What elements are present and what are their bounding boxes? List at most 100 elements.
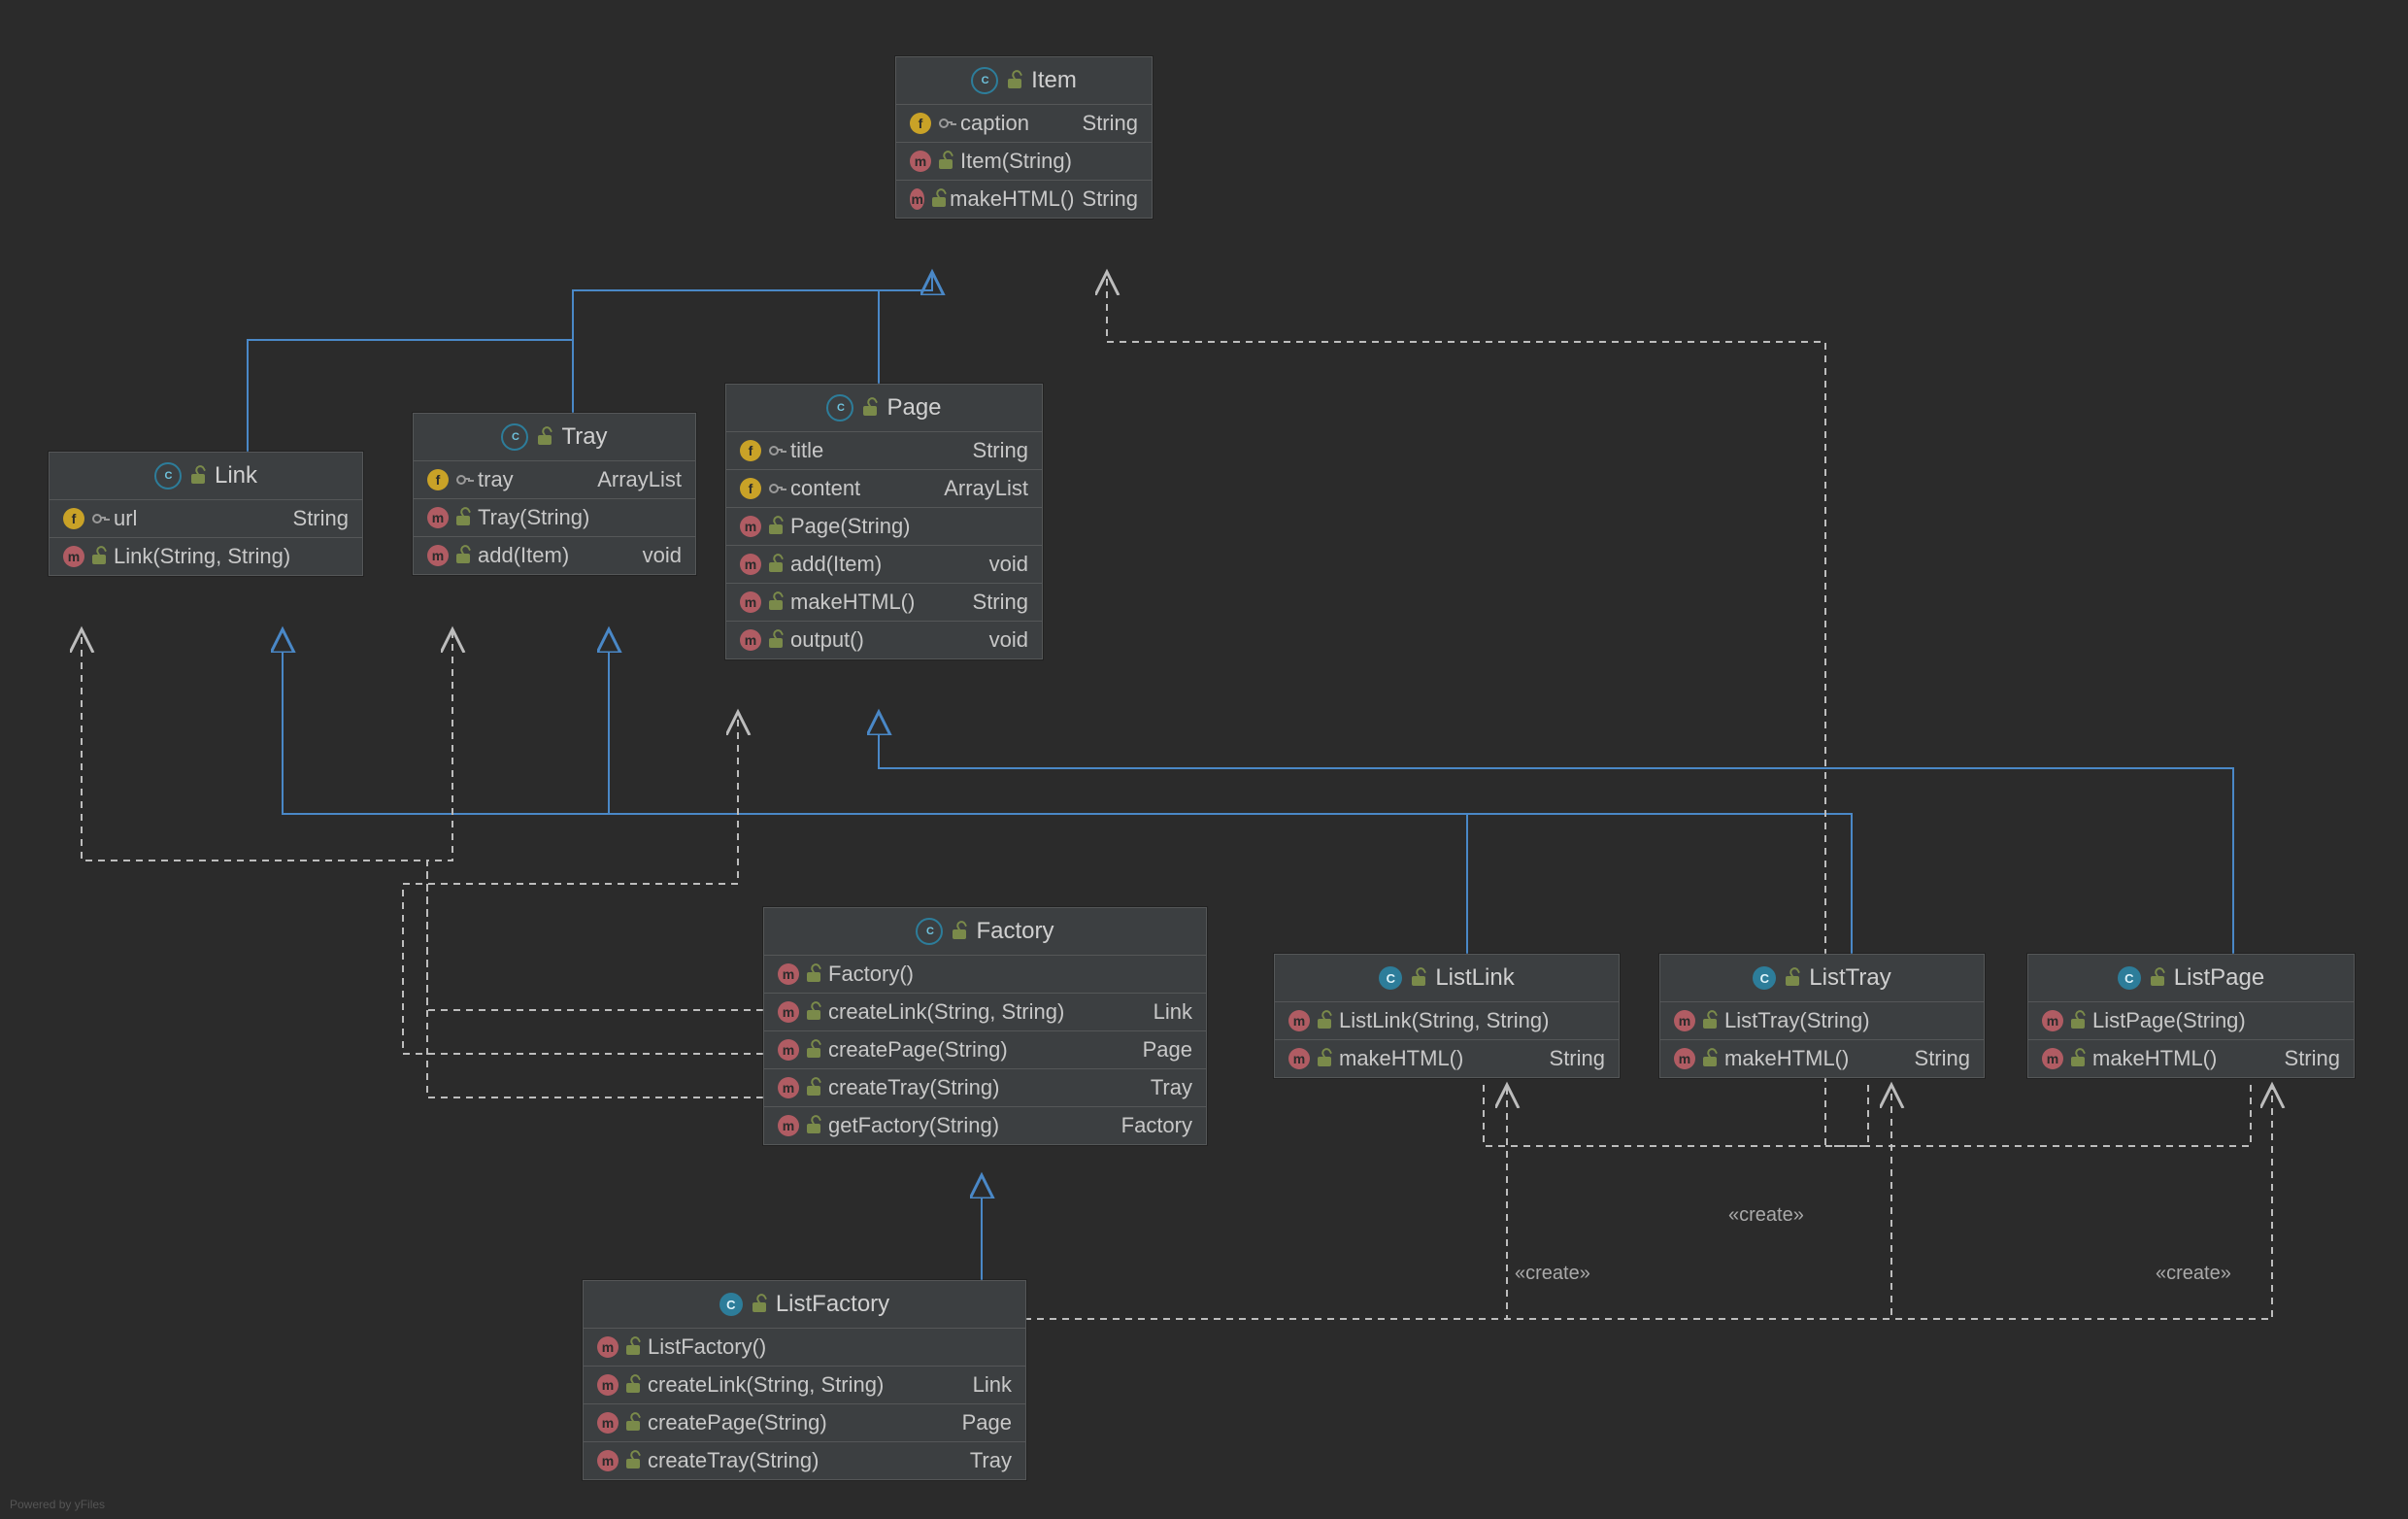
method-row[interactable]: m createPage(String) Page bbox=[764, 1031, 1206, 1069]
class-name: ListLink bbox=[1435, 964, 1514, 992]
abstract-class-icon: C bbox=[971, 67, 998, 94]
class-ListFactory[interactable]: C ListFactory m ListFactory() m createLi… bbox=[583, 1280, 1026, 1480]
lock-icon bbox=[1008, 73, 1021, 88]
method-row[interactable]: m Link(String, String) bbox=[50, 538, 362, 575]
method-icon: m bbox=[778, 1077, 799, 1098]
method-row[interactable]: m createTray(String) Tray bbox=[764, 1069, 1206, 1107]
class-ListLink[interactable]: C ListLink m ListLink(String, String) m … bbox=[1274, 954, 1620, 1078]
field-row[interactable]: f url String bbox=[50, 500, 362, 538]
class-ListPage[interactable]: C ListPage m ListPage(String) m makeHTML… bbox=[2027, 954, 2355, 1078]
lock-icon bbox=[2151, 970, 2164, 986]
method-icon: m bbox=[2042, 1010, 2063, 1031]
class-name: Tray bbox=[561, 423, 607, 451]
method-row[interactable]: m makeHTML() String bbox=[1275, 1040, 1619, 1077]
field-icon: f bbox=[427, 469, 449, 490]
method-row[interactable]: m Factory() bbox=[764, 956, 1206, 994]
field-icon: f bbox=[740, 478, 761, 499]
key-icon bbox=[769, 444, 783, 457]
method-icon: m bbox=[597, 1336, 619, 1358]
lock-icon bbox=[807, 966, 820, 982]
lock-icon bbox=[769, 632, 783, 648]
class-Tray[interactable]: C Tray f tray ArrayList m Tray(String) m… bbox=[413, 413, 696, 575]
class-name: Link bbox=[215, 462, 257, 489]
key-icon bbox=[456, 473, 470, 487]
class-Factory[interactable]: C Factory m Factory() m createLink(Strin… bbox=[763, 907, 1207, 1145]
method-row[interactable]: m createLink(String, String) Link bbox=[584, 1367, 1025, 1404]
method-row[interactable]: m ListFactory() bbox=[584, 1329, 1025, 1367]
class-name: ListPage bbox=[2174, 964, 2264, 992]
lock-icon bbox=[1318, 1051, 1331, 1066]
create-label-1: «create» bbox=[1515, 1263, 1590, 1285]
lock-icon bbox=[807, 1004, 820, 1020]
method-icon: m bbox=[1674, 1010, 1695, 1031]
lock-icon bbox=[626, 1377, 640, 1393]
method-icon: m bbox=[778, 1039, 799, 1061]
lock-icon bbox=[456, 548, 470, 563]
method-icon: m bbox=[740, 554, 761, 575]
method-row[interactable]: m add(Item) void bbox=[414, 537, 695, 574]
method-row[interactable]: m makeHTML() String bbox=[1660, 1040, 1984, 1077]
field-row[interactable]: f content ArrayList bbox=[726, 470, 1042, 508]
method-row[interactable]: m ListTray(String) bbox=[1660, 1002, 1984, 1040]
lock-icon bbox=[1703, 1013, 1717, 1029]
class-Link[interactable]: C Link f url String m Link(String, Strin… bbox=[49, 452, 363, 576]
lock-icon bbox=[626, 1415, 640, 1431]
field-row[interactable]: f title String bbox=[726, 432, 1042, 470]
lock-icon bbox=[752, 1297, 766, 1312]
abstract-class-icon: C bbox=[826, 394, 853, 422]
lock-icon bbox=[953, 924, 966, 939]
method-icon: m bbox=[63, 546, 84, 567]
method-row[interactable]: m createPage(String) Page bbox=[584, 1404, 1025, 1442]
method-row[interactable]: m ListLink(String, String) bbox=[1275, 1002, 1619, 1040]
field-row[interactable]: f caption String bbox=[896, 105, 1152, 143]
class-name: Factory bbox=[976, 918, 1054, 945]
method-row[interactable]: m createTray(String) Tray bbox=[584, 1442, 1025, 1479]
class-icon: C bbox=[1753, 966, 1776, 990]
class-name: ListTray bbox=[1809, 964, 1890, 992]
class-Item[interactable]: C Item f caption String m Item(String) m… bbox=[895, 56, 1153, 219]
method-row[interactable]: m makeHTML() String bbox=[2028, 1040, 2354, 1077]
lock-icon bbox=[626, 1453, 640, 1468]
method-row[interactable]: m output() void bbox=[726, 622, 1042, 658]
class-name: Page bbox=[886, 394, 941, 422]
class-name: ListFactory bbox=[776, 1291, 889, 1318]
connectors-svg: Link (dashed up to Link box) --> Tray --… bbox=[0, 0, 2408, 1519]
lock-icon bbox=[807, 1118, 820, 1133]
class-icon: C bbox=[2118, 966, 2141, 990]
class-Page[interactable]: C Page f title String f content ArrayLis… bbox=[725, 384, 1043, 659]
method-row[interactable]: m add(Item) void bbox=[726, 546, 1042, 584]
lock-icon bbox=[1318, 1013, 1331, 1029]
method-row[interactable]: m Tray(String) bbox=[414, 499, 695, 537]
lock-icon bbox=[807, 1042, 820, 1058]
field-icon: f bbox=[910, 113, 931, 134]
method-row[interactable]: m makeHTML() String bbox=[896, 181, 1152, 218]
method-icon: m bbox=[740, 516, 761, 537]
uml-canvas: Link (dashed up to Link box) --> Tray --… bbox=[0, 0, 2408, 1519]
lock-icon bbox=[769, 519, 783, 534]
create-label-2: «create» bbox=[1728, 1204, 1804, 1227]
method-icon: m bbox=[740, 629, 761, 651]
lock-icon bbox=[939, 153, 953, 169]
method-row[interactable]: m ListPage(String) bbox=[2028, 1002, 2354, 1040]
key-icon bbox=[92, 512, 106, 525]
lock-icon bbox=[769, 557, 783, 572]
field-icon: f bbox=[63, 508, 84, 529]
lock-icon bbox=[2071, 1013, 2085, 1029]
method-row[interactable]: m makeHTML() String bbox=[726, 584, 1042, 622]
method-row[interactable]: m createLink(String, String) Link bbox=[764, 994, 1206, 1031]
method-icon: m bbox=[740, 591, 761, 613]
class-ListTray[interactable]: C ListTray m ListTray(String) m makeHTML… bbox=[1659, 954, 1985, 1078]
key-icon bbox=[769, 482, 783, 495]
class-name: Item bbox=[1031, 67, 1077, 94]
class-icon: C bbox=[719, 1293, 743, 1316]
method-icon: m bbox=[427, 507, 449, 528]
lock-icon bbox=[2071, 1051, 2085, 1066]
method-row[interactable]: m Page(String) bbox=[726, 508, 1042, 546]
method-row[interactable]: m getFactory(String) Factory bbox=[764, 1107, 1206, 1144]
method-row[interactable]: m Item(String) bbox=[896, 143, 1152, 181]
lock-icon bbox=[932, 191, 942, 207]
abstract-class-icon: C bbox=[501, 423, 528, 451]
lock-icon bbox=[1786, 970, 1799, 986]
abstract-class-icon: C bbox=[916, 918, 943, 945]
field-row[interactable]: f tray ArrayList bbox=[414, 461, 695, 499]
